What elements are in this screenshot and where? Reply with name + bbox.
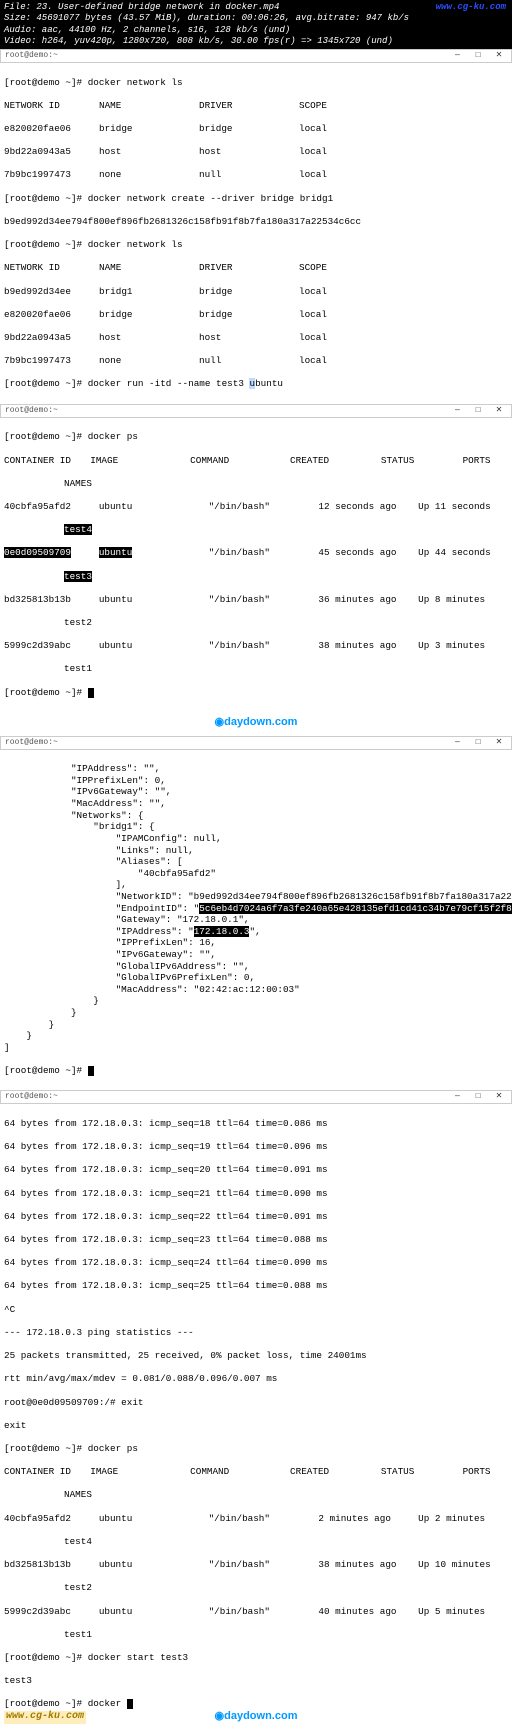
terminal-titlebar[interactable]: root@demo:~ — □ ✕ [0, 404, 512, 418]
title-text: root@demo:~ [5, 738, 58, 748]
selected-name: test4 [64, 524, 92, 535]
highlight-endpoint-id: 5c6eb4d7024a6f7a3fe240a65e428135efd1cd41… [199, 903, 512, 914]
video-info-header: File: 23. User-defined bridge network in… [0, 0, 512, 49]
title-text: root@demo:~ [5, 406, 58, 416]
highlight-ip: 172.18.0.3 [194, 926, 250, 937]
terminal-pane-2[interactable]: [root@demo ~]# docker ps CONTAINER IDIMA… [0, 418, 512, 712]
close-icon[interactable]: ✕ [491, 738, 507, 748]
watermark-cgku: www.cg-ku.com [4, 1711, 86, 1724]
cursor [88, 1066, 94, 1076]
terminal-titlebar[interactable]: root@demo:~ — □ ✕ [0, 1090, 512, 1104]
close-icon[interactable]: ✕ [491, 1092, 507, 1102]
maximize-icon[interactable]: □ [470, 738, 486, 748]
window-buttons: — □ ✕ [449, 51, 507, 61]
maximize-icon[interactable]: □ [470, 406, 486, 416]
terminal-titlebar[interactable]: root@demo:~ — □ ✕ [0, 736, 512, 750]
cursor [88, 688, 94, 698]
video-line: Video: h264, yuv420p, 1280x720, 808 kb/s… [4, 36, 508, 47]
terminal-pane-3[interactable]: "IPAddress": "", "IPPrefixLen": 0, "IPv6… [0, 750, 512, 1091]
minimize-icon[interactable]: — [449, 51, 465, 61]
bottom-watermarks: www.cg-ku.com ◉daydown.com [0, 1708, 512, 1724]
minimize-icon[interactable]: — [449, 1092, 465, 1102]
close-icon[interactable]: ✕ [491, 51, 507, 61]
title-text: root@demo:~ [5, 51, 58, 61]
maximize-icon[interactable]: □ [470, 1092, 486, 1102]
size-line: Size: 45691077 bytes (43.57 MiB), durati… [4, 13, 508, 24]
terminal-titlebar[interactable]: root@demo:~ — □ ✕ [0, 49, 512, 63]
minimize-icon[interactable]: — [449, 738, 465, 748]
audio-line: Audio: aac, 44100 Hz, 2 channels, s16, 1… [4, 25, 508, 36]
maximize-icon[interactable]: □ [470, 51, 486, 61]
minimize-icon[interactable]: — [449, 406, 465, 416]
watermark-url: www.cg-ku.com [436, 2, 506, 13]
close-icon[interactable]: ✕ [491, 406, 507, 416]
terminal-pane-1[interactable]: [root@demo ~]# docker network ls NETWORK… [0, 63, 512, 404]
selected-name: test3 [64, 571, 92, 582]
file-line: File: 23. User-defined bridge network in… [4, 2, 508, 13]
watermark-daydown: ◉daydown.com [0, 712, 512, 736]
watermark-daydown: ◉daydown.com [215, 1710, 298, 1724]
title-text: root@demo:~ [5, 1092, 58, 1102]
terminal-pane-4[interactable]: 64 bytes from 172.18.0.3: icmp_seq=18 tt… [0, 1104, 512, 1723]
